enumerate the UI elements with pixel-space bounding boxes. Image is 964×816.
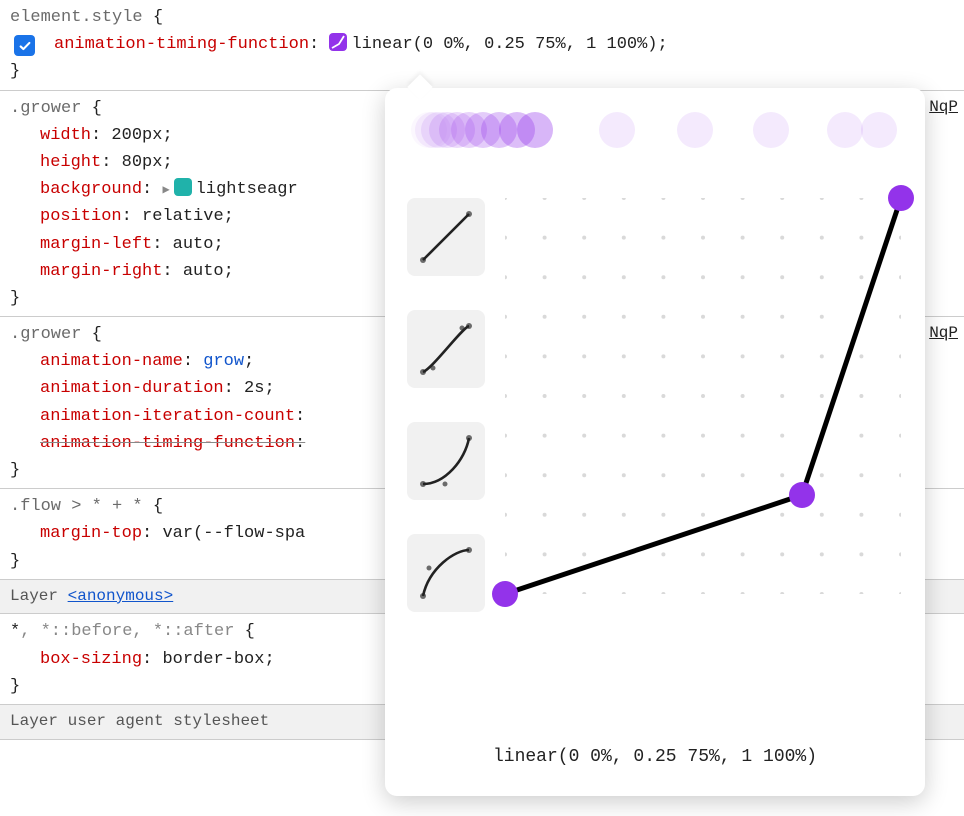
close-brace: } bbox=[10, 62, 20, 81]
easing-editor-popover: linear(0 0%, 0.25 75%, 1 100%) bbox=[385, 88, 925, 796]
property-value[interactable]: grow bbox=[203, 352, 244, 371]
preview-dot bbox=[677, 112, 713, 148]
layer-label: Layer bbox=[10, 587, 68, 605]
easing-curve-editor[interactable] bbox=[505, 198, 901, 594]
selector-part-rest[interactable]: , *::before, *::after bbox=[20, 622, 234, 641]
property-name[interactable]: margin-left bbox=[40, 235, 152, 254]
property-value[interactable]: border-box bbox=[162, 650, 264, 669]
property-value[interactable]: auto bbox=[173, 235, 214, 254]
easing-presets-column bbox=[407, 198, 487, 612]
property-name[interactable]: position bbox=[40, 207, 122, 226]
property-value[interactable]: linear(0 0%, 0.25 75%, 1 100%) bbox=[351, 35, 657, 54]
preview-dot bbox=[827, 112, 863, 148]
check-icon bbox=[18, 39, 32, 53]
property-name[interactable]: margin-top bbox=[40, 524, 142, 543]
selector-text[interactable]: .grower bbox=[10, 325, 81, 344]
preset-ease[interactable] bbox=[407, 310, 485, 388]
easing-swatch-icon[interactable] bbox=[329, 33, 347, 51]
property-name[interactable]: background bbox=[40, 180, 142, 199]
property-name[interactable]: animation-iteration-count bbox=[40, 407, 295, 426]
selector-text[interactable]: .flow > * + * bbox=[10, 497, 143, 516]
open-brace: { bbox=[153, 8, 163, 27]
preset-linear[interactable] bbox=[407, 198, 485, 276]
property-name[interactable]: animation-name bbox=[40, 352, 183, 371]
property-value[interactable]: var(--flow-spa bbox=[162, 524, 305, 543]
selector-part-active[interactable]: * bbox=[10, 622, 20, 641]
color-swatch-icon[interactable] bbox=[174, 178, 192, 196]
property-name[interactable]: animation-duration bbox=[40, 379, 224, 398]
rule-element-style: element.style { animation-timing-functio… bbox=[0, 0, 964, 91]
property-name[interactable]: animation-timing-function bbox=[54, 35, 309, 54]
preview-dot bbox=[753, 112, 789, 148]
property-name[interactable]: margin-right bbox=[40, 262, 162, 281]
curve-handle[interactable] bbox=[492, 581, 518, 607]
selector-text[interactable]: .grower bbox=[10, 99, 81, 118]
source-link[interactable]: NqP bbox=[929, 321, 958, 347]
property-value[interactable]: 2s bbox=[244, 379, 264, 398]
property-value[interactable]: lightseagr bbox=[196, 180, 298, 199]
property-name[interactable]: animation-timing-function bbox=[40, 434, 295, 453]
preview-dot bbox=[861, 112, 897, 148]
source-link[interactable]: NqP bbox=[929, 95, 958, 121]
layer-anonymous-link[interactable]: <anonymous> bbox=[68, 587, 174, 605]
curve-handle[interactable] bbox=[789, 482, 815, 508]
property-name[interactable]: box-sizing bbox=[40, 650, 142, 669]
curve-grid-icon bbox=[505, 198, 901, 594]
preview-dot bbox=[599, 112, 635, 148]
property-value[interactable]: auto bbox=[183, 262, 224, 281]
preset-ease-in[interactable] bbox=[407, 422, 485, 500]
property-value[interactable]: relative bbox=[142, 207, 224, 226]
curve-handle[interactable] bbox=[888, 185, 914, 211]
easing-value-text[interactable]: linear(0 0%, 0.25 75%, 1 100%) bbox=[385, 743, 925, 772]
property-name[interactable]: width bbox=[40, 126, 91, 145]
selector-text[interactable]: element.style bbox=[10, 8, 143, 27]
property-name[interactable]: height bbox=[40, 153, 101, 172]
expand-shorthand-icon[interactable]: ▶ bbox=[162, 181, 169, 200]
property-enabled-checkbox[interactable] bbox=[14, 35, 35, 56]
animation-preview-row bbox=[409, 112, 901, 158]
property-value[interactable]: 200px bbox=[111, 126, 162, 145]
preset-ease-out[interactable] bbox=[407, 534, 485, 612]
declaration[interactable]: animation-timing-function: linear(0 0%, … bbox=[10, 31, 958, 58]
preview-dot bbox=[517, 112, 553, 148]
property-value[interactable]: 80px bbox=[122, 153, 163, 172]
